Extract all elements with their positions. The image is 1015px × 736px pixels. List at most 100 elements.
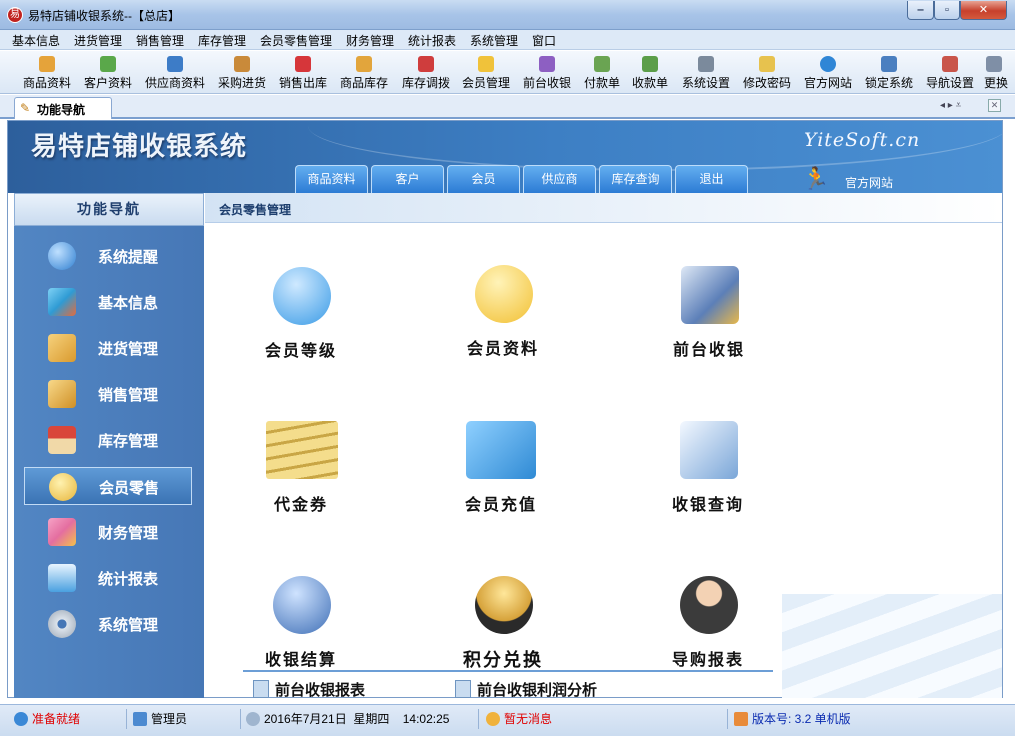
member-level-icon: [273, 267, 331, 325]
menu-bar: 基本信息 进货管理 销售管理 库存管理 会员零售管理 财务管理 统计报表 系统管…: [0, 30, 1015, 50]
member-bubble-icon: [49, 473, 77, 501]
message-text: 暂无消息: [504, 712, 553, 726]
tb-label: 客户资料: [83, 76, 132, 90]
tb-switch-button[interactable]: 更换: [984, 51, 1014, 94]
banner-tab-exit[interactable]: 退出: [675, 165, 748, 193]
tb-password-button[interactable]: 修改密码: [741, 51, 793, 94]
status-separator: [126, 709, 127, 729]
tile-front-cashier[interactable]: 前台收银: [644, 266, 774, 376]
status-separator: [727, 709, 728, 729]
menu-member-retail[interactable]: 会员零售管理: [260, 32, 332, 49]
tb-label: 采购进货: [217, 76, 266, 90]
tb-lock-button[interactable]: 锁定系统: [863, 51, 915, 94]
tb-label: 商品库存: [339, 76, 388, 90]
tb-website-button[interactable]: 官方网站: [802, 51, 854, 94]
tb-customer-button[interactable]: 客户资料: [82, 51, 134, 94]
banner-tab-stock-query[interactable]: 库存查询: [599, 165, 672, 193]
side-item-basic-info[interactable]: 基本信息: [24, 283, 192, 321]
side-item-finance[interactable]: 财务管理: [24, 513, 192, 551]
tab-function-nav[interactable]: ✎ 功能导航: [14, 97, 112, 119]
banner-site-link[interactable]: 官方网站: [845, 174, 893, 191]
tab-scroll-controls[interactable]: ◂ ▸ ⩡: [940, 100, 961, 111]
tb-supplier-button[interactable]: 供应商资料: [144, 51, 206, 94]
tab-label: 功能导航: [37, 103, 86, 117]
tb-payment-button[interactable]: 付款单: [582, 51, 622, 94]
tab-strip: ✎ 功能导航 ◂ ▸ ⩡ ✕: [0, 95, 1015, 119]
menu-system[interactable]: 系统管理: [470, 32, 518, 49]
tile-label: 会员等级: [264, 341, 337, 360]
menu-purchase[interactable]: 进货管理: [74, 32, 122, 49]
tile-member-recharge[interactable]: 会员充值: [436, 421, 566, 531]
cashier-icon: [539, 56, 555, 72]
supplier-icon: [167, 56, 183, 72]
tile-voucher[interactable]: 代金券: [236, 421, 366, 531]
side-item-reports[interactable]: 统计报表: [24, 559, 192, 597]
menu-sales[interactable]: 销售管理: [136, 32, 184, 49]
report-link-cashier[interactable]: 前台收银报表: [253, 679, 365, 700]
tile-member-level[interactable]: 会员等级: [236, 267, 366, 377]
tile-member-info[interactable]: 会员资料: [438, 265, 568, 375]
tile-label: 收银查询: [671, 495, 744, 514]
menu-window[interactable]: 窗口: [532, 32, 556, 49]
banner-tab-supplier[interactable]: 供应商: [523, 165, 596, 193]
side-item-inventory[interactable]: 库存管理: [24, 421, 192, 459]
chart-icon: [48, 564, 76, 592]
tb-transfer-button[interactable]: 库存调拨: [400, 51, 452, 94]
tile-label: 积分兑换: [463, 650, 543, 671]
side-item-sales[interactable]: 销售管理: [24, 375, 192, 413]
tile-label: 会员充值: [464, 495, 537, 514]
menu-inventory[interactable]: 库存管理: [198, 32, 246, 49]
stock-icon: [356, 56, 372, 72]
side-item-system[interactable]: 系统管理: [24, 605, 192, 643]
side-nav: 功能导航 系统提醒 基本信息 进货管理 销售管理 库存管理 会员零售 财务管理 …: [14, 193, 204, 698]
tb-label: 更换: [984, 76, 1009, 90]
tb-label: 锁定系统: [864, 76, 913, 90]
tile-label: 前台收银: [672, 340, 745, 359]
info-icon: [48, 242, 76, 270]
runner-icon[interactable]: 🏃: [802, 167, 829, 191]
maximize-button[interactable]: ▫: [934, 1, 960, 20]
goods-icon: [39, 56, 55, 72]
side-item-purchase[interactable]: 进货管理: [24, 329, 192, 367]
side-item-member-retail[interactable]: 会员零售: [24, 467, 192, 505]
tb-sales-button[interactable]: 销售出库: [277, 51, 329, 94]
report-label: 前台收银报表: [275, 681, 366, 699]
side-item-label: 销售管理: [98, 387, 159, 404]
side-nav-header: 功能导航: [14, 193, 204, 226]
tb-label: 会员管理: [461, 76, 510, 90]
banner-tab-customer[interactable]: 客户: [371, 165, 444, 193]
minimize-button[interactable]: ‒: [907, 1, 934, 20]
ie-icon: [820, 56, 836, 72]
tb-stock-button[interactable]: 商品库存: [338, 51, 390, 94]
status-message[interactable]: 暂无消息: [486, 709, 552, 729]
nav-settings-icon: [942, 56, 958, 72]
banner-tab-member[interactable]: 会员: [447, 165, 520, 193]
tb-goods-button[interactable]: 商品资料: [22, 51, 72, 94]
report-link-profit[interactable]: 前台收银利润分析: [455, 679, 597, 700]
tb-member-button[interactable]: 会员管理: [460, 51, 512, 94]
tb-purchase-button[interactable]: 采购进货: [216, 51, 268, 94]
tb-settings-button[interactable]: 系统设置: [680, 51, 732, 94]
tab-close-icon[interactable]: ✕: [988, 99, 1001, 112]
tb-receipt-button[interactable]: 收款单: [630, 51, 670, 94]
side-item-label: 统计报表: [98, 571, 159, 588]
status-user: 管理员: [133, 709, 187, 729]
close-button[interactable]: ✕: [960, 1, 1007, 20]
purchase-icon: [234, 56, 250, 72]
gears-icon: [48, 610, 76, 638]
menu-finance[interactable]: 财务管理: [346, 32, 394, 49]
menu-reports[interactable]: 统计报表: [408, 32, 456, 49]
tb-nav-settings-button[interactable]: 导航设置: [924, 51, 976, 94]
banner-tab-goods[interactable]: 商品资料: [295, 165, 368, 193]
finance-icon: [48, 518, 76, 546]
keyboard-decoration: [782, 594, 1002, 698]
side-item-reminder[interactable]: 系统提醒: [24, 237, 192, 275]
menu-basic-info[interactable]: 基本信息: [12, 32, 60, 49]
status-weekday: 星期四: [353, 712, 390, 726]
side-item-label: 财务管理: [98, 525, 159, 542]
tile-cashier-query[interactable]: 收银查询: [643, 421, 773, 531]
points-exchange-icon: [475, 576, 533, 634]
report-label: 前台收银利润分析: [477, 681, 598, 699]
app-icon: 易: [7, 7, 23, 23]
tb-cashier-button[interactable]: 前台收银: [521, 51, 573, 94]
